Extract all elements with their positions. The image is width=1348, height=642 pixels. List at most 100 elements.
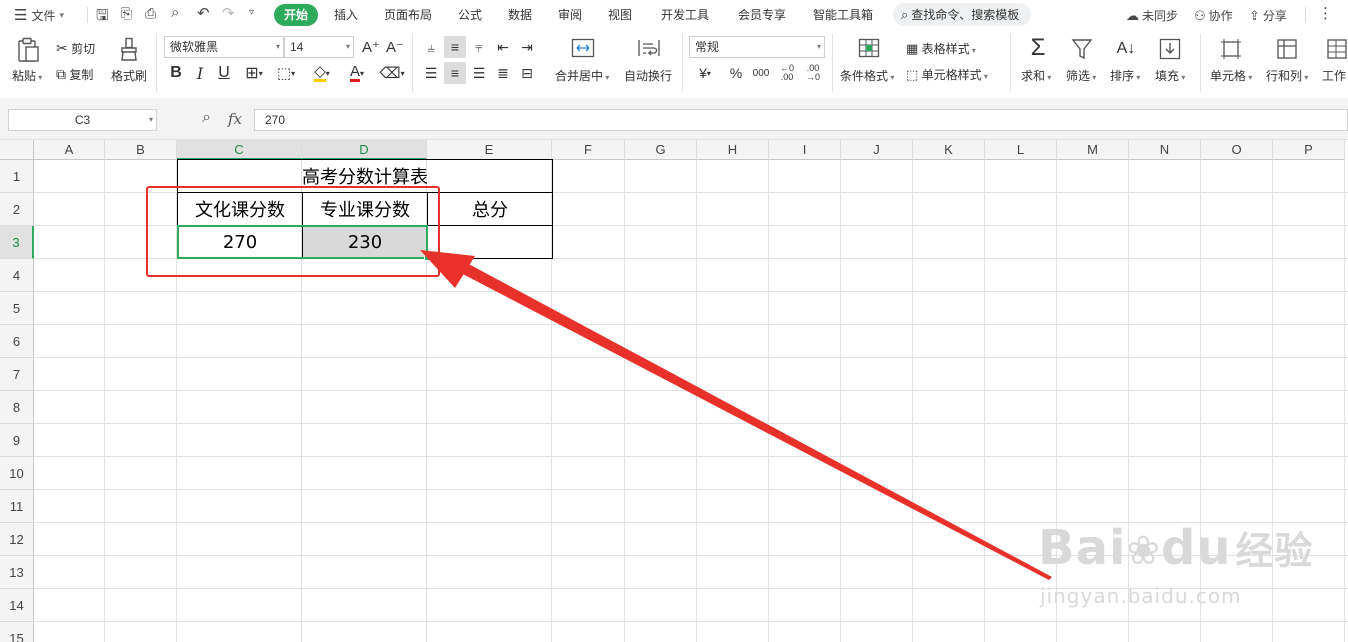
distributed-icon[interactable]: ⊟ bbox=[516, 62, 538, 84]
row-header-12[interactable]: 12 bbox=[0, 523, 34, 556]
select-all-corner[interactable] bbox=[0, 140, 34, 160]
row-header-4[interactable]: 4 bbox=[0, 259, 34, 292]
print-preview-icon[interactable]: ⌕ bbox=[171, 4, 179, 21]
row-col-icon[interactable] bbox=[1274, 36, 1300, 62]
cell-icon[interactable] bbox=[1218, 36, 1244, 62]
worksheet-icon[interactable] bbox=[1326, 36, 1348, 62]
increase-indent-icon[interactable]: ⇥ bbox=[516, 36, 538, 58]
row-header-11[interactable]: 11 bbox=[0, 490, 34, 523]
row-header-10[interactable]: 10 bbox=[0, 457, 34, 490]
tab-home[interactable]: 开始 bbox=[274, 4, 318, 26]
row-col-button[interactable]: 行和列 ▾ bbox=[1266, 67, 1308, 84]
column-header-h[interactable]: H bbox=[697, 140, 769, 160]
column-header-o[interactable]: O bbox=[1201, 140, 1273, 160]
sync-status[interactable]: ☁ 未同步 bbox=[1126, 7, 1178, 24]
sort-button[interactable]: 排序 ▾ bbox=[1110, 67, 1140, 84]
quick-access-dropdown-icon[interactable]: ▿ bbox=[249, 7, 254, 18]
row-header-8[interactable]: 8 bbox=[0, 391, 34, 424]
filter-button[interactable]: 筛选 ▾ bbox=[1066, 67, 1096, 84]
share-button[interactable]: ⇪ 分享 bbox=[1249, 7, 1287, 24]
column-header-e[interactable]: E bbox=[427, 140, 552, 160]
row-header-15[interactable]: 15 bbox=[0, 622, 34, 642]
decrease-decimal-icon[interactable]: .00 →0 bbox=[802, 62, 824, 84]
column-header-k[interactable]: K bbox=[913, 140, 985, 160]
column-header-d[interactable]: D bbox=[302, 140, 427, 160]
filter-icon[interactable] bbox=[1070, 36, 1094, 62]
save-icon[interactable]: 🖫 bbox=[96, 5, 109, 30]
column-header-i[interactable]: I bbox=[769, 140, 841, 160]
column-header-p[interactable]: P bbox=[1273, 140, 1345, 160]
fill-icon[interactable] bbox=[1158, 36, 1182, 62]
tab-smart-tools[interactable]: 智能工具箱 bbox=[807, 4, 879, 26]
fill-pattern-icon[interactable]: ⬚ ▾ bbox=[272, 62, 300, 84]
formula-input[interactable]: 270 bbox=[254, 109, 1348, 131]
sum-icon[interactable]: Σ bbox=[1026, 34, 1050, 62]
increase-decimal-icon[interactable]: ←0.00 bbox=[776, 62, 798, 84]
sort-icon[interactable]: A↓ bbox=[1114, 36, 1138, 62]
command-search[interactable]: ⌕ 查找命令、搜索模板 bbox=[893, 3, 1031, 26]
percent-button[interactable]: % bbox=[726, 62, 746, 84]
row-header-3[interactable]: 3 bbox=[0, 226, 34, 259]
row-header-13[interactable]: 13 bbox=[0, 556, 34, 589]
row-header-2[interactable]: 2 bbox=[0, 193, 34, 226]
fill-color-icon[interactable]: ◇ ▾ bbox=[306, 62, 338, 84]
file-menu[interactable]: ☰ 文件 ▾ bbox=[14, 6, 64, 24]
collab-button[interactable]: ⚇ 协作 bbox=[1194, 7, 1233, 24]
align-top-icon[interactable]: ⫨ bbox=[420, 36, 442, 58]
fx-icon[interactable]: fx bbox=[228, 110, 242, 128]
font-color-icon[interactable]: A ▾ bbox=[342, 62, 372, 84]
decrease-indent-icon[interactable]: ⇤ bbox=[492, 36, 514, 58]
decrease-font-icon[interactable]: A⁻ bbox=[384, 36, 406, 58]
paste-button[interactable]: 粘贴 ▾ bbox=[12, 67, 42, 84]
row-header-5[interactable]: 5 bbox=[0, 292, 34, 325]
conditional-format-button[interactable]: 条件格式 ▾ bbox=[840, 67, 894, 84]
italic-button[interactable]: I bbox=[190, 62, 210, 84]
brush-icon[interactable] bbox=[116, 36, 142, 62]
thousand-separator-button[interactable]: 000 bbox=[750, 62, 772, 84]
bold-button[interactable]: B bbox=[166, 62, 186, 84]
column-header-g[interactable]: G bbox=[625, 140, 697, 160]
row-header-1[interactable]: 1 bbox=[0, 160, 34, 193]
merge-cells-icon[interactable] bbox=[570, 36, 596, 60]
font-size-select[interactable]: 14 ▾ bbox=[284, 36, 354, 58]
borders-icon[interactable]: ⊞ ▾ bbox=[240, 62, 268, 84]
cut-button[interactable]: ✂ 剪切 bbox=[56, 40, 95, 57]
tab-developer[interactable]: 开发工具 bbox=[654, 4, 716, 26]
cell-button[interactable]: 单元格 ▾ bbox=[1210, 67, 1252, 84]
font-name-select[interactable]: 微软雅黑 ▾ bbox=[164, 36, 284, 58]
tab-review[interactable]: 审阅 bbox=[552, 4, 588, 26]
align-right-icon[interactable]: ☰ bbox=[468, 62, 490, 84]
column-header-n[interactable]: N bbox=[1129, 140, 1201, 160]
column-header-j[interactable]: J bbox=[841, 140, 913, 160]
row-header-9[interactable]: 9 bbox=[0, 424, 34, 457]
fill-button[interactable]: 填充 ▾ bbox=[1155, 67, 1185, 84]
tab-member[interactable]: 会员专享 bbox=[731, 4, 793, 26]
column-header-b[interactable]: B bbox=[105, 140, 177, 160]
eraser-icon[interactable]: ⌫ ▾ bbox=[377, 62, 407, 84]
column-header-l[interactable]: L bbox=[985, 140, 1057, 160]
align-bottom-icon[interactable]: ⫧ bbox=[468, 36, 490, 58]
redo-icon[interactable]: ↷ bbox=[222, 4, 235, 22]
sum-button[interactable]: 求和 ▾ bbox=[1021, 67, 1051, 84]
row-header-6[interactable]: 6 bbox=[0, 325, 34, 358]
merge-center-button[interactable]: 合并居中 ▾ bbox=[555, 67, 609, 84]
cell-e3[interactable] bbox=[428, 226, 552, 258]
tab-insert[interactable]: 插入 bbox=[328, 4, 364, 26]
tab-data[interactable]: 数据 bbox=[502, 4, 538, 26]
align-middle-icon[interactable]: ≡ bbox=[444, 36, 466, 58]
more-options-icon[interactable]: ⋮ bbox=[1318, 4, 1333, 22]
align-center-icon[interactable]: ≡ bbox=[444, 62, 466, 84]
row-header-7[interactable]: 7 bbox=[0, 358, 34, 391]
align-left-icon[interactable]: ☰ bbox=[420, 62, 442, 84]
export-icon[interactable]: ⎘ bbox=[121, 5, 132, 22]
tab-page-layout[interactable]: 页面布局 bbox=[377, 4, 439, 26]
justify-icon[interactable]: ≣ bbox=[492, 62, 514, 84]
worksheet-button[interactable]: 工作 bbox=[1322, 67, 1346, 84]
column-header-f[interactable]: F bbox=[552, 140, 625, 160]
name-box[interactable]: C3 ▾ bbox=[8, 109, 157, 131]
copy-button[interactable]: ⧉ 复制 bbox=[56, 66, 93, 83]
auto-wrap-button[interactable]: 自动换行 bbox=[624, 67, 672, 84]
format-painter-button[interactable]: 格式刷 bbox=[111, 67, 147, 84]
header-total-score[interactable]: 总分 bbox=[428, 193, 552, 225]
underline-button[interactable]: U bbox=[214, 62, 234, 84]
